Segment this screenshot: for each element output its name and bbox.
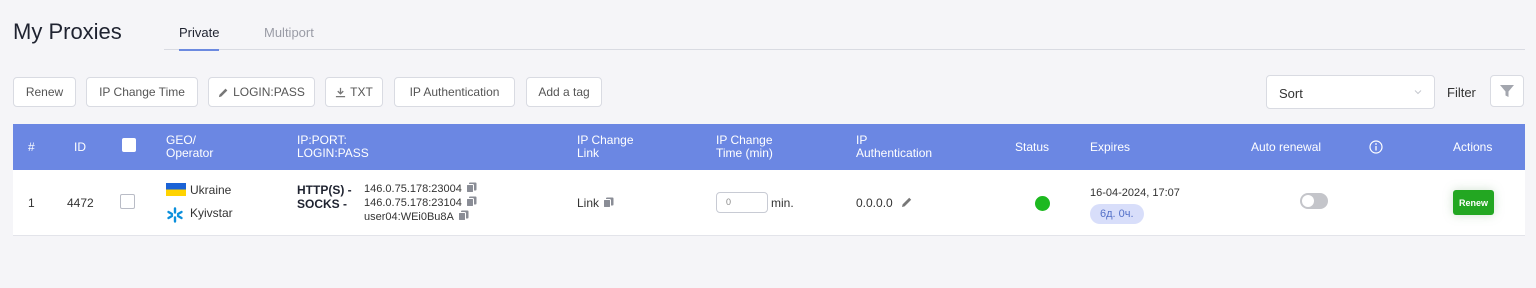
add-tag-label: Add a tag [538,85,590,99]
renew-button[interactable]: Renew [1453,190,1494,215]
col-ip-port: IP:PORT: LOGIN:PASS [297,133,369,160]
copy-icon[interactable] [465,182,477,193]
renew-selected-label: Renew [25,85,64,99]
add-tag-button[interactable]: Add a tag [526,77,602,107]
copy-icon[interactable] [465,196,477,207]
filter-label: Filter [1447,85,1476,100]
ip-change-link[interactable]: Link [577,196,614,210]
credentials: user04:WEi0Bu8A [364,210,469,223]
row-number: 1 [28,196,35,210]
remaining-time-badge: 6д. 0ч. [1090,204,1144,224]
txt-download-label: TXT [350,85,373,99]
txt-download-button[interactable]: TXT [325,77,383,107]
status-indicator [1035,196,1050,211]
tab-private[interactable]: Private [179,25,220,51]
expires-date: 16-04-2024, 17:07 [1090,187,1180,199]
col-expires: Expires [1090,140,1131,154]
row-country: Ukraine [190,183,232,197]
row-id: 4472 [67,196,94,210]
col-id: ID [74,140,86,154]
chevron-down-icon [1414,90,1422,95]
copy-icon[interactable] [457,210,469,221]
socks-label: SOCKS - [297,197,348,211]
copy-icon[interactable] [603,197,614,208]
col-ip-change-time: IP Change Time (min) [716,133,773,160]
filter-button[interactable] [1490,75,1524,107]
tab-multiport[interactable]: Multiport [264,25,314,40]
ip-authentication-button[interactable]: IP Authentication [394,77,515,107]
ukraine-flag-icon [166,183,186,196]
ip-change-time-input[interactable]: 0 [716,192,768,213]
col-status: Status [1015,140,1050,154]
http-label: HTTP(S) - [297,183,352,197]
ip-change-time-button[interactable]: IP Change Time [86,77,198,107]
login-pass-label: LOGIN:PASS [233,85,305,99]
row-operator: Kyivstar [190,206,233,220]
toggle-knob [1302,195,1314,207]
tab-bar: Private Multiport [164,14,1525,51]
kyivstar-logo-icon [167,207,183,223]
sort-value: Sort [1279,86,1303,101]
renew-selected-button[interactable]: Renew [13,77,76,107]
http-address: 146.0.75.178:23004 [364,182,477,195]
col-ip-authentication: IP Authentication [856,133,933,160]
download-icon [336,87,346,97]
page-title: My Proxies [13,19,122,44]
edit-pencil-icon[interactable] [901,196,913,208]
row-checkbox[interactable] [120,194,135,209]
col-number: # [28,140,35,154]
ip-authentication-value: 0.0.0.0 [856,196,893,210]
col-auto-renewal: Auto renewal [1251,140,1322,154]
proxies-table: # ID GEO/Operator IP:PORT: LOGIN:PASS IP … [13,124,1525,236]
sort-select[interactable]: Sort [1266,75,1435,109]
pencil-icon [219,88,228,97]
ip-change-time-unit: min. [771,196,794,210]
ip-change-time-label: IP Change Time [99,85,185,99]
select-all-checkbox[interactable] [122,138,136,152]
ip-authentication-label: IP Authentication [409,85,500,99]
col-actions: Actions [1453,140,1493,154]
auto-renewal-toggle[interactable] [1300,193,1328,209]
login-pass-button[interactable]: LOGIN:PASS [208,77,315,107]
socks-address: 146.0.75.178:23104 [364,196,477,209]
col-geo: GEO/Operator [166,133,214,160]
info-icon[interactable] [1369,140,1383,154]
table-header: # ID GEO/Operator IP:PORT: LOGIN:PASS IP … [13,124,1525,170]
col-ip-change-link: IP Change Link [577,133,634,160]
funnel-icon [1500,85,1514,97]
